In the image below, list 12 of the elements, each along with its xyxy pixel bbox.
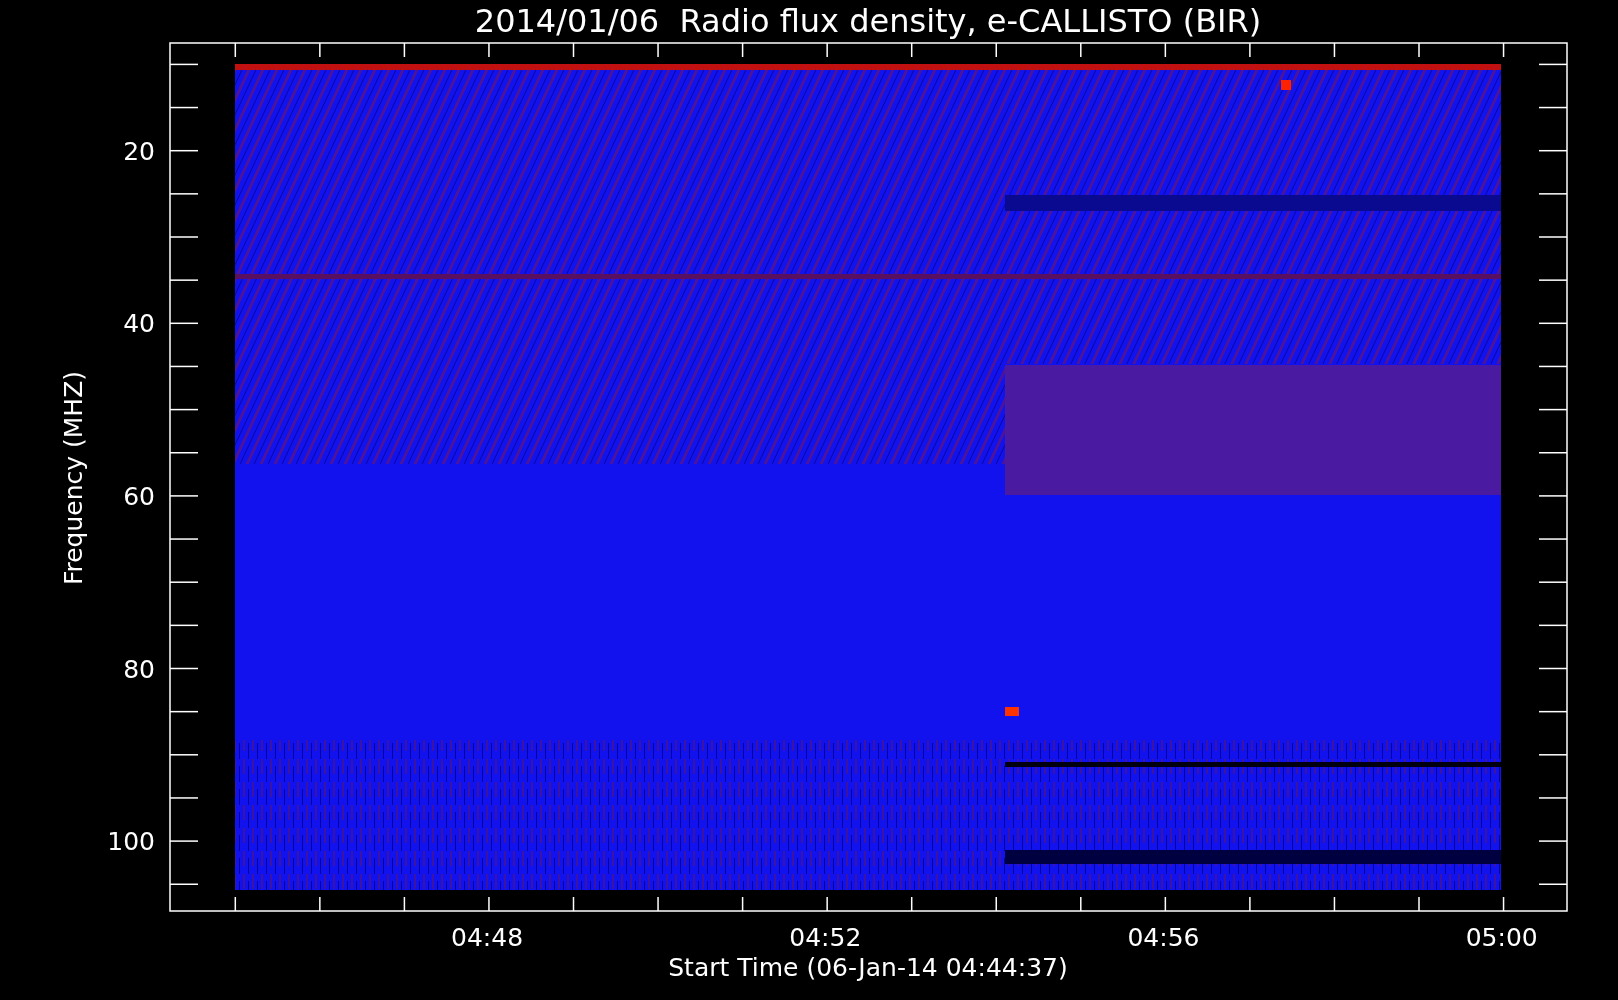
x-tick-label: 04:52 (789, 923, 862, 952)
y-tick-label: 80 (123, 654, 155, 684)
y-tick-label: 40 (123, 309, 155, 339)
y-axis-label: Frequency (MHZ) (59, 370, 88, 586)
y-tick-label: 20 (123, 136, 155, 166)
x-tick-label: 04:56 (1127, 923, 1200, 952)
y-tick-label: 100 (107, 827, 155, 857)
x-tick-label: 05:00 (1465, 923, 1538, 952)
x-axis-label: Start Time (06-Jan-14 04:44:37) (668, 953, 1068, 982)
chart-title: 2014/01/06 Radio flux density, e-CALLISTO (BIR) (474, 2, 1262, 40)
x-tick-label: 04:48 (451, 923, 524, 952)
y-tick-label: 60 (123, 481, 155, 511)
